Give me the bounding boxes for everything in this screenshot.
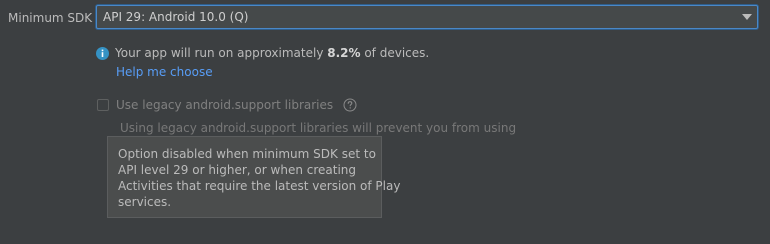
- tooltip-line: services.: [118, 195, 172, 209]
- info-icon: [96, 46, 109, 60]
- coverage-text-prefix: Your app will run on approximately: [115, 46, 328, 60]
- question-circle-icon[interactable]: [343, 98, 357, 112]
- disabled-option-tooltip: Option disabled when minimum SDK set to …: [107, 136, 401, 218]
- minimum-sdk-selected-value: API 29: Android 10.0 (Q): [103, 10, 249, 24]
- help-me-choose-link[interactable]: Help me choose: [116, 65, 213, 79]
- legacy-support-checkbox[interactable]: [97, 99, 109, 111]
- legacy-support-row: Use legacy android.support libraries: [97, 98, 357, 112]
- coverage-percentage: 8.2%: [327, 46, 361, 60]
- minimum-sdk-label: Minimum SDK: [8, 11, 93, 25]
- chevron-down-icon[interactable]: [742, 14, 752, 20]
- coverage-text-suffix: of devices.: [360, 46, 430, 60]
- tooltip-line: Activities that require the latest versi…: [118, 179, 401, 193]
- device-coverage-info: Your app will run on approximately 8.2% …: [96, 46, 429, 60]
- tooltip-line: API level 29 or higher, or when creating: [118, 163, 357, 177]
- legacy-support-description: Using legacy android.support libraries w…: [120, 121, 517, 135]
- minimum-sdk-dropdown[interactable]: API 29: Android 10.0 (Q): [96, 5, 758, 29]
- device-coverage-text: Your app will run on approximately 8.2% …: [115, 46, 429, 60]
- legacy-support-label: Use legacy android.support libraries: [116, 98, 334, 112]
- tooltip-line: Option disabled when minimum SDK set to: [118, 147, 376, 161]
